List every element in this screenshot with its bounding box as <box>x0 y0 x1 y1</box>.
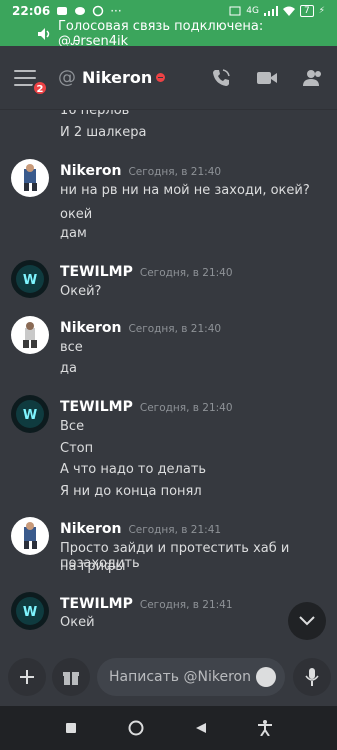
unread-badge: 2 <box>32 79 48 96</box>
message-text: Стоп <box>60 441 94 456</box>
signal-type: 4G <box>246 6 259 16</box>
message-text: А что надо то делать <box>60 462 207 477</box>
message-text: да <box>60 361 77 376</box>
avatar[interactable] <box>11 316 49 354</box>
gift-button[interactable] <box>52 658 90 696</box>
message-composer: Написать @Nikeron <box>0 658 337 698</box>
video-camera-icon[interactable] <box>257 70 277 86</box>
microphone-icon <box>305 668 319 686</box>
voice-message-button[interactable] <box>293 658 331 696</box>
avatar[interactable]: W <box>11 592 49 630</box>
emoji-icon[interactable] <box>256 667 276 687</box>
battery-level: 7 <box>299 5 314 17</box>
chevron-down-icon <box>299 616 315 626</box>
message-timestamp: Сегодня, в 21:40 <box>139 267 233 279</box>
status-bar: 22:06 ··· 4G 7 ⚡ Голосовая связь подключ… <box>0 0 337 49</box>
message-author[interactable]: TEWILMP Сегодня, в 21:40 <box>60 264 233 280</box>
message-text: окей <box>60 207 93 222</box>
notification-icon <box>57 7 68 15</box>
accessibility-icon[interactable] <box>257 720 272 736</box>
recents-icon[interactable] <box>65 722 77 734</box>
dnd-status-icon <box>156 73 166 82</box>
message-input[interactable]: Написать @Nikeron <box>97 658 285 696</box>
hamburger-icon[interactable]: 2 <box>14 69 48 96</box>
phone-call-icon[interactable] <box>211 68 231 88</box>
home-icon[interactable] <box>128 720 144 736</box>
message-timestamp: Сегодня, в 21:40 <box>128 166 222 178</box>
svg-text:W: W <box>23 273 37 288</box>
message-timestamp: Сегодня, в 21:41 <box>139 599 233 611</box>
plus-icon <box>20 670 34 684</box>
svg-text:W: W <box>23 605 37 620</box>
jump-to-bottom-button[interactable] <box>288 602 326 640</box>
gift-icon <box>63 672 79 685</box>
more-icon: ··· <box>110 4 122 18</box>
message-author[interactable]: Nikeron Сегодня, в 21:40 <box>60 163 221 179</box>
clock: 22:06 <box>12 4 51 18</box>
message-text: все <box>60 340 83 355</box>
message-timestamp: Сегодня, в 21:40 <box>139 402 233 414</box>
message-author[interactable]: TEWILMP Сегодня, в 21:41 <box>60 596 233 612</box>
back-icon[interactable] <box>195 722 207 734</box>
message-text: Я ни до конца понял <box>60 484 202 499</box>
signal-icon <box>263 6 278 16</box>
charging-icon: ⚡ <box>318 6 325 16</box>
voice-connected-banner[interactable]: Голосовая связь подключена: @Ꭿrsen4ik <box>0 19 337 49</box>
message-author[interactable]: Nikeron Сегодня, в 21:40 <box>60 320 221 336</box>
avatar[interactable]: W <box>11 395 49 433</box>
channel-header: 2 @ Nikeron <box>0 46 337 110</box>
message-text: Окей <box>60 615 95 630</box>
speaker-icon <box>38 28 50 40</box>
message-text: 16 перлов <box>60 110 130 118</box>
message-input-placeholder: Написать @Nikeron <box>109 669 251 685</box>
avatar[interactable] <box>11 159 49 197</box>
svg-text:W: W <box>23 408 37 423</box>
message-text: на грифы <box>60 559 126 574</box>
at-icon: @ <box>58 67 76 88</box>
sim-icon <box>229 6 241 16</box>
voice-banner-text: Голосовая связь подключена: @Ꭿrsen4ik <box>57 19 264 49</box>
avatar[interactable] <box>11 517 49 555</box>
discord-icon <box>75 7 86 15</box>
members-icon[interactable] <box>303 69 323 87</box>
message-list[interactable]: 16 перлов И 2 шалкера Nikeron Сегодня, в … <box>0 110 337 658</box>
message-text: дам <box>60 226 87 241</box>
sync-icon <box>92 5 104 17</box>
wifi-icon <box>282 6 295 16</box>
system-nav-bar <box>0 706 337 750</box>
message-text: ни на рв ни на мой не заходи, окей? <box>60 183 310 198</box>
message-author[interactable]: Nikeron Сегодня, в 21:41 <box>60 521 221 537</box>
channel-name[interactable]: Nikeron <box>82 68 152 87</box>
message-timestamp: Сегодня, в 21:41 <box>128 524 222 536</box>
message-author[interactable]: TEWILMP Сегодня, в 21:40 <box>60 399 233 415</box>
message-timestamp: Сегодня, в 21:40 <box>128 323 222 335</box>
add-attachment-button[interactable] <box>8 658 46 696</box>
message-text: Все <box>60 419 85 434</box>
message-text: Окей? <box>60 284 102 299</box>
message-text: И 2 шалкера <box>60 125 147 140</box>
avatar[interactable]: W <box>11 260 49 298</box>
